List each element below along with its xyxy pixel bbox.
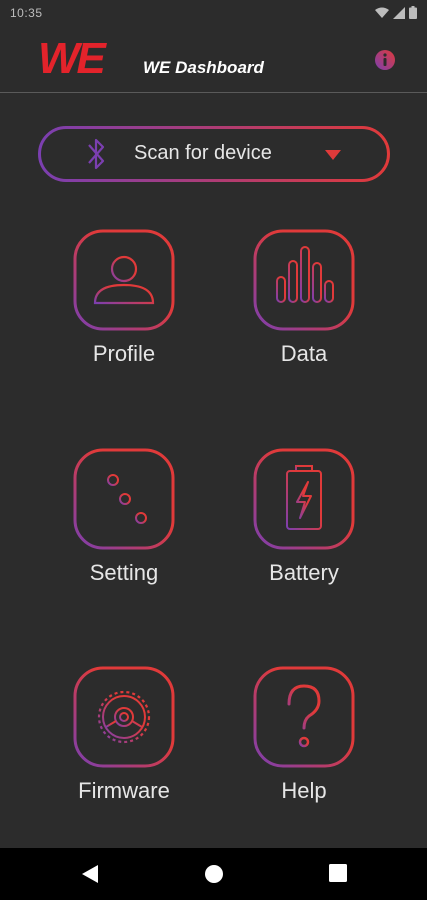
data-label: Data [280, 341, 328, 366]
profile-tile[interactable]: Profile [59, 229, 189, 379]
battery-label: Battery [269, 560, 339, 585]
we-logo: WE [38, 40, 111, 76]
chevron-down-icon[interactable] [325, 150, 341, 160]
setting-label: Setting [89, 560, 159, 585]
status-icons [375, 6, 417, 19]
data-tile[interactable]: Data [239, 229, 369, 379]
info-icon[interactable] [374, 49, 396, 71]
firmware-label: Firmware [78, 778, 170, 803]
app-bar: WE WE Dashboard [0, 30, 427, 93]
setting-tile[interactable]: Setting [59, 448, 189, 598]
recents-icon[interactable] [329, 864, 347, 882]
bluetooth-icon [88, 138, 105, 170]
app-title: WE Dashboard [143, 58, 264, 77]
status-bar: 10:35 [0, 0, 427, 30]
scan-label: Scan for device [134, 142, 272, 164]
help-tile[interactable]: Help [239, 666, 369, 816]
back-icon[interactable] [81, 864, 99, 884]
status-time: 10:35 [10, 6, 43, 20]
help-label: Help [281, 778, 327, 803]
system-nav-bar [0, 848, 427, 900]
firmware-tile[interactable]: Firmware [59, 666, 189, 816]
signal-icon [393, 6, 405, 19]
sliders-icon [73, 448, 175, 550]
profile-icon [73, 229, 175, 331]
question-icon [253, 666, 355, 768]
wifi-icon [375, 7, 389, 18]
bar-chart-icon [253, 229, 355, 331]
battery-tile[interactable]: Battery [239, 448, 369, 598]
we-logo-text: WE [38, 40, 108, 76]
battery-charging-icon [253, 448, 355, 550]
battery-icon [409, 6, 417, 19]
profile-label: Profile [92, 341, 156, 366]
gear-icon [73, 666, 175, 768]
screen: 10:35 WE WE Dashboard Scan for device Pr… [0, 0, 427, 900]
home-icon[interactable] [204, 864, 224, 884]
